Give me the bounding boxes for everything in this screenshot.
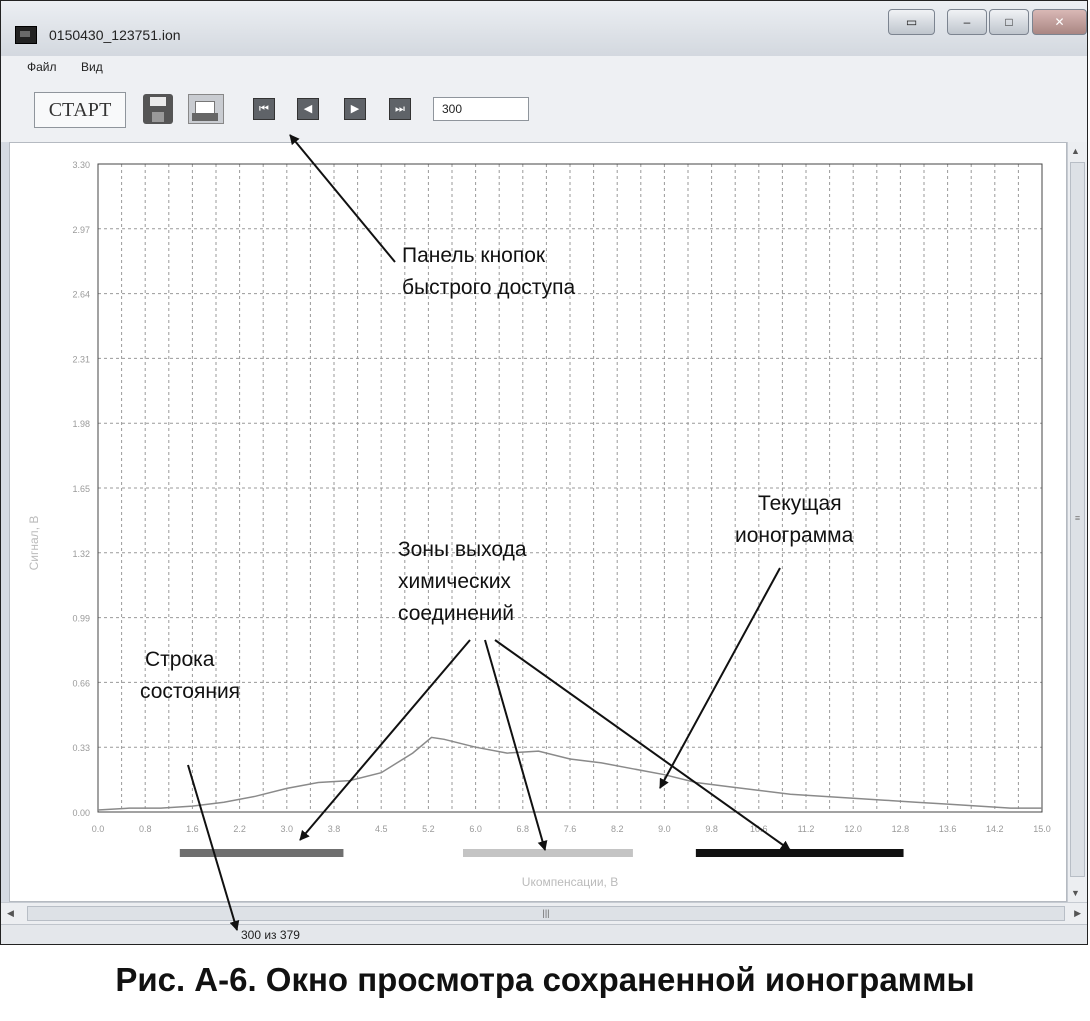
app-icon <box>15 26 37 44</box>
y-axis-label: Сигнал, В <box>27 516 41 571</box>
x-tick-label: 12.8 <box>892 824 910 834</box>
title-bar[interactable]: 0150430_123751.ion ▭ – □ ✕ <box>1 1 1087 56</box>
minimize-icon: – <box>963 15 971 29</box>
x-tick-label: 6.8 <box>517 824 530 834</box>
x-tick-label: 13.6 <box>939 824 957 834</box>
menu-bar: Файл Вид <box>1 56 1087 78</box>
start-button[interactable]: СТАРТ <box>34 92 126 128</box>
print-icon[interactable] <box>188 94 224 124</box>
y-tick-label: 1.32 <box>72 549 90 559</box>
x-tick-label: 10.6 <box>750 824 768 834</box>
x-tick-label: 11.2 <box>798 824 815 834</box>
x-tick-label: 15.0 <box>1033 824 1051 834</box>
x-tick-label: 12.0 <box>844 824 862 834</box>
y-tick-label: 2.97 <box>72 225 90 235</box>
minimize-button[interactable]: – <box>947 9 987 35</box>
x-tick-label: 8.2 <box>611 824 624 834</box>
x-tick-labels: 0.0 0.8 1.6 2.2 3.0 3.8 4.5 5.2 6.0 6.8 7.6 8.2 9.0 9… <box>92 824 1051 834</box>
app-window: 0150430_123751.ion ▭ – □ ✕ Файл Вид СТАР… <box>0 0 1088 945</box>
maximize-button[interactable]: □ <box>989 9 1029 35</box>
x-tick-label: 4.5 <box>375 824 388 834</box>
previous-frame-button[interactable]: ◀ <box>297 98 319 120</box>
close-icon: ✕ <box>1054 15 1065 29</box>
x-tick-label: 5.2 <box>422 824 435 834</box>
restore-button[interactable]: ▭ <box>888 9 935 35</box>
scroll-right-icon[interactable]: ▶ <box>1074 908 1081 919</box>
y-tick-label: 0.99 <box>72 614 90 624</box>
figure-caption: Рис. А-6. Окно просмотра сохраненной ион… <box>115 961 975 998</box>
plot-area: 3.30 2.97 2.64 2.31 1.98 1.65 1.32 0.99 0.66 0.33… <box>9 142 1067 902</box>
x-tick-label: 6.0 <box>469 824 482 834</box>
menu-file[interactable]: Файл <box>27 60 57 74</box>
zone-bar <box>463 849 633 857</box>
zone-bars <box>179 849 904 857</box>
y-tick-label: 2.31 <box>72 354 90 364</box>
next-frame-button[interactable]: ▶ <box>344 98 366 120</box>
toolbar: СТАРТ ⏮ ◀ ▶ ⏭ 300 <box>1 78 1087 142</box>
vertical-scrollbar[interactable]: ▲ ≡ ▼ <box>1067 142 1087 902</box>
y-tick-label: 0.33 <box>72 743 90 753</box>
x-tick-label: 1.6 <box>186 824 199 834</box>
scroll-up-icon[interactable]: ▲ <box>1071 146 1080 156</box>
x-tick-label: 2.2 <box>233 824 246 834</box>
scroll-left-icon[interactable]: ◀ <box>7 908 14 919</box>
x-tick-label: 7.6 <box>564 824 577 834</box>
save-icon[interactable] <box>143 94 173 124</box>
y-tick-labels: 3.30 2.97 2.64 2.31 1.98 1.65 1.32 0.99 0.66 0.33… <box>72 160 90 818</box>
y-tick-label: 0.00 <box>72 808 90 818</box>
frame-number-input[interactable]: 300 <box>433 97 529 121</box>
close-button[interactable]: ✕ <box>1032 9 1087 35</box>
x-tick-label: 3.0 <box>281 824 294 834</box>
window-title: 0150430_123751.ion <box>49 27 181 43</box>
first-frame-icon: ⏮ <box>259 103 269 115</box>
last-frame-button[interactable]: ⏭ <box>389 98 411 120</box>
zone-bar <box>695 849 904 857</box>
previous-frame-icon: ◀ <box>303 103 313 115</box>
y-tick-label: 3.30 <box>72 160 90 170</box>
ionogram-chart: 3.30 2.97 2.64 2.31 1.98 1.65 1.32 0.99 0.66 0.33… <box>27 160 1051 889</box>
horizontal-scrollbar[interactable]: ◀ ||| ▶ <box>1 902 1087 924</box>
maximize-icon: □ <box>1005 15 1013 29</box>
zone-bar <box>179 849 344 857</box>
horizontal-scroll-thumb[interactable]: ||| <box>27 906 1065 921</box>
x-tick-label: 0.0 <box>92 824 105 834</box>
first-frame-button[interactable]: ⏮ <box>253 98 275 120</box>
y-tick-label: 1.65 <box>72 484 90 494</box>
y-tick-label: 1.98 <box>72 419 90 429</box>
x-tick-label: 9.0 <box>658 824 671 834</box>
next-frame-icon: ▶ <box>350 103 360 115</box>
x-tick-label: 0.8 <box>139 824 152 834</box>
status-bar: 300 из 379 <box>1 924 1087 944</box>
y-tick-label: 0.66 <box>72 678 90 688</box>
x-tick-label: 3.8 <box>328 824 341 834</box>
status-text: 300 из 379 <box>241 928 300 942</box>
x-axis-label: Uкомпенсации, В <box>522 875 618 889</box>
last-frame-icon: ⏭ <box>395 103 405 115</box>
restore-icon: ▭ <box>905 15 918 29</box>
x-tick-label: 9.8 <box>705 824 718 834</box>
y-tick-label: 2.64 <box>72 290 90 300</box>
x-tick-label: 14.2 <box>986 824 1004 834</box>
vertical-scroll-thumb[interactable]: ≡ <box>1070 162 1085 877</box>
scroll-down-icon[interactable]: ▼ <box>1071 888 1080 898</box>
menu-view[interactable]: Вид <box>81 60 103 74</box>
